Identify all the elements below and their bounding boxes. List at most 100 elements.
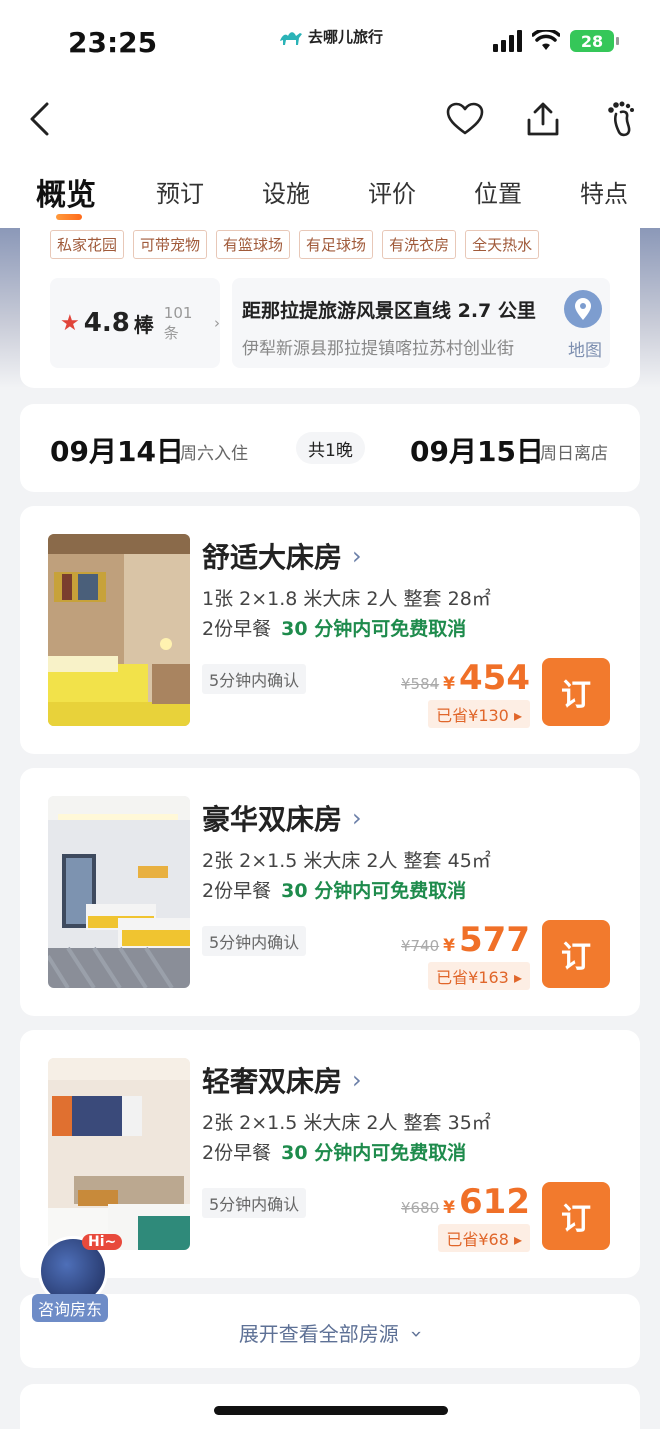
price-row: ¥680 ¥ 612 <box>401 1182 530 1222</box>
room-card[interactable]: 舒适大床房 › 1张 2×1.8 米大床 2人 整套 28㎡ 2份早餐 30 分… <box>20 506 640 754</box>
map-pin-icon[interactable] <box>564 290 602 328</box>
footprint-button[interactable] <box>600 98 642 140</box>
status-indicators: 28 <box>493 30 619 52</box>
free-cancel-info: 30 分钟内可免费取消 <box>281 1142 467 1164</box>
price-row: ¥584 ¥ 454 <box>401 658 530 698</box>
tab-reviews[interactable]: 评价 <box>368 174 416 209</box>
hotel-info-card: 私家花园 可带宠物 有篮球场 有足球场 有洗衣房 全天热水 ★ 4.8 棒 10… <box>20 228 640 388</box>
savings-text: 已省¥163 <box>436 968 509 987</box>
share-button[interactable] <box>522 98 564 140</box>
chevron-right-icon: › <box>352 542 362 570</box>
confirm-time-badge: 5分钟内确认 <box>202 926 307 956</box>
facility-tag: 有足球场 <box>299 230 374 259</box>
savings-text: 已省¥130 <box>436 706 509 725</box>
savings-badge[interactable]: 已省¥130 ▸ <box>428 700 530 728</box>
caret-right-icon: ▸ <box>513 1230 522 1249</box>
breakfast-info: 2份早餐 <box>202 1142 272 1164</box>
heart-icon <box>446 102 484 135</box>
confirm-time-badge: 5分钟内确认 <box>202 1188 307 1218</box>
consult-host-button[interactable]: Hi~ 咨询房东 <box>30 1232 123 1322</box>
chevron-left-icon <box>30 102 49 136</box>
back-button[interactable] <box>18 98 60 140</box>
wifi-icon <box>532 30 560 50</box>
room-card[interactable]: 豪华双床房 › 2张 2×1.5 米大床 2人 整套 45㎡ 2份早餐 30 分… <box>20 768 640 1016</box>
room-photo[interactable] <box>48 534 190 726</box>
checkout-label: 周日离店 <box>540 444 608 464</box>
room-name[interactable]: 豪华双床房 › <box>202 798 362 838</box>
greeting-badge: Hi~ <box>82 1234 123 1250</box>
book-button[interactable]: 订 <box>542 1182 610 1250</box>
savings-text: 已省¥68 <box>446 1230 509 1249</box>
tab-booking[interactable]: 预订 <box>156 174 204 209</box>
camel-logo-icon <box>280 31 302 45</box>
chevron-down-icon: › <box>405 1330 430 1338</box>
tab-facilities[interactable]: 设施 <box>262 174 310 209</box>
battery-indicator: 28 <box>570 30 619 52</box>
expand-label: 展开查看全部房源 <box>238 1322 399 1346</box>
battery-level: 28 <box>580 31 604 51</box>
tab-features[interactable]: 特点 <box>580 174 628 209</box>
room-meal-policy: 2份早餐 30 分钟内可免费取消 <box>202 876 466 903</box>
rating-summary[interactable]: ★ 4.8 棒 101条 › <box>50 278 220 368</box>
room-photo[interactable] <box>48 796 190 988</box>
nights-count: 共1晚 <box>296 432 365 464</box>
free-cancel-info: 30 分钟内可免费取消 <box>281 880 467 902</box>
savings-badge[interactable]: 已省¥68 ▸ <box>438 1224 530 1252</box>
review-count: 101条 <box>163 303 193 342</box>
facility-tag: 可带宠物 <box>133 230 208 259</box>
current-price: 577 <box>459 920 530 960</box>
tab-location[interactable]: 位置 <box>474 174 522 209</box>
rating-score: 4.8 <box>83 308 130 338</box>
room-name-text: 轻奢双床房 <box>202 1065 343 1098</box>
chevron-right-icon: › <box>214 314 220 332</box>
currency-symbol: ¥ <box>443 674 456 694</box>
free-cancel-info: 30 分钟内可免费取消 <box>281 618 467 640</box>
breakfast-info: 2份早餐 <box>202 618 272 640</box>
active-tab-indicator <box>56 214 82 220</box>
current-price: 612 <box>459 1182 530 1222</box>
checkin-date[interactable]: 09月14日 <box>50 430 184 470</box>
price-row: ¥740 ¥ 577 <box>401 920 530 960</box>
original-price: ¥584 <box>400 675 440 693</box>
cellular-signal-icon <box>493 30 522 52</box>
currency-symbol: ¥ <box>443 936 456 956</box>
share-icon <box>527 102 559 136</box>
room-photo[interactable] <box>48 1058 190 1250</box>
location-distance: 距那拉提旅游风景区直线 2.7 公里 <box>242 300 536 322</box>
date-selector[interactable]: 09月14日 周六入住 共1晚 09月15日 周日离店 <box>20 404 640 492</box>
room-name[interactable]: 轻奢双床房 › <box>202 1060 362 1100</box>
room-spec: 1张 2×1.8 米大床 2人 整套 28㎡ <box>202 588 491 610</box>
consult-host-label: 咨询房东 <box>32 1294 109 1322</box>
savings-badge[interactable]: 已省¥163 ▸ <box>428 962 530 990</box>
current-price: 454 <box>459 658 530 698</box>
star-icon: ★ <box>60 310 80 336</box>
room-meal-policy: 2份早餐 30 分钟内可免费取消 <box>202 1138 466 1165</box>
book-button[interactable]: 订 <box>542 658 610 726</box>
facility-tag: 有洗衣房 <box>382 230 457 259</box>
footprint-icon <box>608 101 634 137</box>
checkin-label: 周六入住 <box>180 444 248 464</box>
confirm-time-badge: 5分钟内确认 <box>202 664 307 694</box>
location-summary[interactable]: 距那拉提旅游风景区直线 2.7 公里 伊犁新源县那拉提镇喀拉苏村创业街 地图 <box>232 278 610 368</box>
currency-symbol: ¥ <box>443 1198 456 1218</box>
facility-tag: 全天热水 <box>465 230 540 259</box>
book-button[interactable]: 订 <box>542 920 610 988</box>
brand-name: 去哪儿旅行 <box>308 28 384 46</box>
caret-right-icon: ▸ <box>513 968 522 987</box>
favorite-button[interactable] <box>444 98 486 140</box>
location-address: 伊犁新源县那拉提镇喀拉苏村创业街 <box>242 339 514 359</box>
home-indicator <box>214 1406 448 1415</box>
checkout-date[interactable]: 09月15日 <box>410 430 544 470</box>
facility-tags: 私家花园 可带宠物 有篮球场 有足球场 有洗衣房 全天热水 <box>50 230 540 259</box>
room-name[interactable]: 舒适大床房 › <box>202 536 362 576</box>
original-price: ¥680 <box>400 1199 440 1217</box>
tab-overview[interactable]: 概览 <box>36 170 96 214</box>
chevron-right-icon: › <box>352 804 362 832</box>
section-tabs: 概览 预订 设施 评价 位置 特点 <box>0 168 660 224</box>
room-spec: 2张 2×1.5 米大床 2人 整套 35㎡ <box>202 1112 491 1134</box>
status-brand: 去哪儿旅行 <box>278 26 383 47</box>
expand-all-rooms-row: 展开查看全部房源 › <box>20 1318 640 1347</box>
map-link[interactable]: 地图 <box>568 336 602 361</box>
room-name-text: 舒适大床房 <box>202 541 343 574</box>
room-name-text: 豪华双床房 <box>202 803 343 836</box>
